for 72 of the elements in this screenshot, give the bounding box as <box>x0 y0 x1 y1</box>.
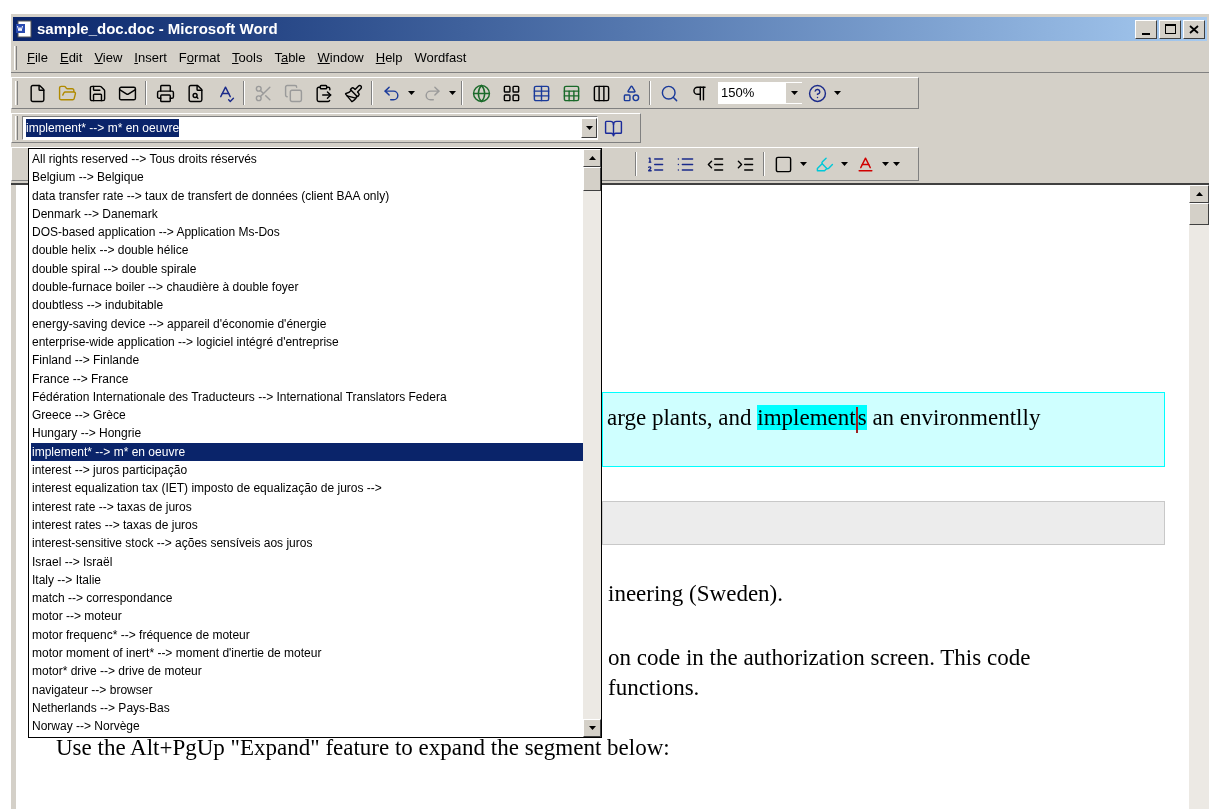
caret-icon[interactable] <box>585 126 593 130</box>
menu-item[interactable]: File <box>21 47 54 68</box>
term-list-item[interactable]: enterprise-wide application --> logiciel intégré d'entreprise <box>31 332 583 352</box>
down-arrow-icon <box>588 726 596 730</box>
zoom-combo[interactable]: 150% <box>718 82 802 104</box>
minimize-icon <box>1142 32 1150 35</box>
scroll-thumb[interactable] <box>1189 203 1209 225</box>
term-list-item[interactable]: Denmark --> Danemark <box>31 204 583 224</box>
caret-icon[interactable] <box>790 91 798 95</box>
term-list-item[interactable]: double helix --> double hélice <box>31 241 583 260</box>
term-list-item[interactable]: Belgium --> Belgique <box>31 168 583 187</box>
document-text: ineering (Sweden). <box>608 580 784 608</box>
term-list-item[interactable]: navigateur --> browser <box>31 680 583 699</box>
document-text: on code in the authorization screen. This code <box>608 644 1032 672</box>
term-list-item[interactable]: double-furnace boiler --> chaudière à double foyer <box>31 278 583 297</box>
term-list-item[interactable]: Israel --> Israël <box>31 552 583 571</box>
term-list-item[interactable]: Fédération Internationale des Traducteurs --> International Translators Federa <box>31 387 583 407</box>
term-list-item[interactable]: energy-saving device --> appareil d'économie d'énergie <box>31 314 583 333</box>
window-title: sample_doc.doc - Microsoft Word <box>37 18 278 39</box>
up-arrow-icon <box>1195 192 1203 196</box>
menu-item[interactable]: Window <box>311 47 370 68</box>
menu-item[interactable]: Wordfast <box>408 47 473 68</box>
term-list-item[interactable]: interest rate --> taxas de juros <box>31 497 583 516</box>
up-arrow-icon <box>588 156 596 160</box>
menu-item[interactable]: Edit <box>53 47 89 68</box>
scroll-down-button[interactable] <box>583 719 601 737</box>
term-list-item[interactable]: DOS-based application --> Application Ms-Dos <box>31 223 583 242</box>
term-list-item[interactable]: data transfer rate --> taux de transfert de données (client BAA only) <box>31 186 583 205</box>
term-list-item[interactable]: All rights reserved --> Tous droits réservés <box>31 150 583 169</box>
source-text: arge plants, and implements an environmentlly <box>607 403 1164 433</box>
menu-item[interactable]: View <box>88 47 129 68</box>
term-list-item[interactable]: motor frequenc* --> fréquence de moteur <box>31 625 583 644</box>
term-list-item[interactable]: match --> correspondance <box>31 589 583 608</box>
term-list-item[interactable]: double spiral --> double spirale <box>31 259 583 279</box>
close-button[interactable] <box>1183 19 1205 39</box>
term-list-item[interactable]: Netherlands --> Pays-Bas <box>31 698 583 718</box>
caret-icon[interactable] <box>449 91 456 95</box>
maximize-button[interactable] <box>1159 19 1181 39</box>
caret-icon[interactable] <box>408 91 415 95</box>
caret-icon[interactable] <box>800 162 807 166</box>
menu-item[interactable]: Insert <box>128 47 173 68</box>
term-list-item[interactable]: France --> France <box>31 369 583 388</box>
scroll-up-button[interactable] <box>1189 185 1209 203</box>
close-icon <box>1189 24 1199 34</box>
maximize-icon <box>1164 24 1176 34</box>
term-list-item[interactable]: implement* --> m* en oeuvre <box>31 442 583 462</box>
term-list-item[interactable]: interest equalization tax (IET) imposto de equalização de juros --> <box>31 479 583 498</box>
term-list-item[interactable]: Italy --> Italie <box>31 570 583 590</box>
menu-item[interactable]: Help <box>369 47 409 68</box>
caret-icon[interactable] <box>841 162 848 166</box>
menu-item[interactable]: Format <box>172 47 227 68</box>
term-list-item[interactable]: Hungary --> Hongrie <box>31 424 583 443</box>
caret-icon[interactable] <box>834 91 841 95</box>
term-combo[interactable]: implement* --> m* en oeuvre <box>22 116 598 140</box>
term-list-item[interactable]: motor --> moteur <box>31 607 583 626</box>
term-list-item[interactable]: Greece --> Grèce <box>31 406 583 425</box>
scroll-up-button[interactable] <box>583 149 601 167</box>
term-list-item[interactable]: interest-sensitive stock --> ações sensíveis aos juros <box>31 534 583 553</box>
scroll-thumb[interactable] <box>583 167 601 191</box>
document-text: Use the Alt+PgUp "Expand" feature to expand the segment below: <box>56 734 671 762</box>
term-list-item[interactable]: doubtless --> indubitable <box>31 296 583 315</box>
term-list-item[interactable]: motor moment of inert* --> moment d'inertie de moteur <box>31 644 583 663</box>
menu-item[interactable]: Tools <box>226 47 269 68</box>
minimize-button[interactable] <box>1135 19 1157 39</box>
term-list-item[interactable]: Norway --> Norvège <box>31 717 583 736</box>
word-document-icon <box>15 20 33 38</box>
term-list-item[interactable]: motor* drive --> drive de moteur <box>31 662 583 681</box>
document-text: functions. <box>608 674 701 702</box>
term-list-item[interactable]: Finland --> Finlande <box>31 351 583 370</box>
menu-item[interactable]: Table <box>268 47 312 68</box>
term-list-item[interactable]: interest rates --> taxas de juros <box>31 515 583 535</box>
term-list-item[interactable]: interest --> juros participação <box>31 461 583 480</box>
